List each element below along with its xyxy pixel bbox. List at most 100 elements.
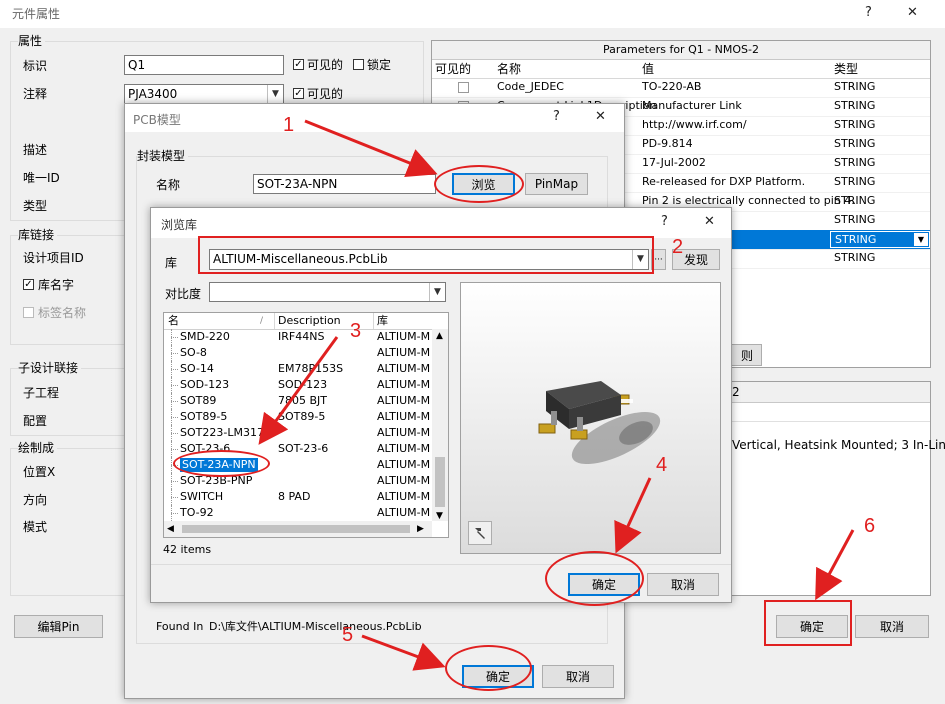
footprint-item-name: SWITCH (180, 490, 224, 503)
list-col-description[interactable]: Description (278, 314, 341, 328)
footprint-item-library: ALTIUM-Mis (377, 394, 431, 407)
col-name[interactable]: 名称 (497, 62, 521, 76)
designator-visible-checkbox[interactable]: ✓ (293, 59, 304, 70)
parameters-header: 可见的 名称 值 类型 (432, 60, 930, 79)
footprint-list-item[interactable]: TO-92 ALTIUM-Mis (164, 505, 432, 521)
designator-lock-checkbox[interactable] (353, 59, 364, 70)
footprint-list-item[interactable]: SWITCH 8 PAD ALTIUM-Mis (164, 489, 432, 505)
scroll-right-icon[interactable]: ▶ (417, 522, 424, 536)
browse-help-button[interactable]: ? (661, 214, 668, 229)
parameter-type: STRING (834, 137, 876, 150)
footprint-item-library: ALTIUM-Mis (377, 378, 431, 391)
annotation-browse-circle (434, 165, 524, 203)
library-name-checkbox[interactable]: ✓ (23, 279, 34, 290)
type-label: 类型 (23, 199, 48, 213)
footprint-list-item[interactable]: SO-14 EM78P153S ALTIUM-Mis (164, 361, 432, 377)
col-visible[interactable]: 可见的 (435, 62, 471, 76)
footprint-item-library: ALTIUM-Mis (377, 362, 431, 375)
found-in-path: D:\库文件\ALTIUM-Miscellaneous.PcbLib (209, 620, 422, 633)
sub-project-label: 子工程 (23, 386, 60, 400)
parameter-name: Code_JEDEC (497, 80, 564, 93)
hscroll-thumb[interactable] (182, 525, 410, 533)
parameter-type: STRING (834, 251, 876, 264)
footprint-name-input[interactable]: SOT-23A-NPN (253, 174, 436, 194)
position-x-label: 位置X (23, 465, 56, 479)
tag-name-checkbox[interactable] (23, 307, 34, 318)
footprint-item-library: ALTIUM-Mis (377, 490, 431, 503)
chevron-down-icon[interactable]: ▼ (429, 283, 445, 301)
comment-visible-checkbox[interactable]: ✓ (293, 88, 304, 99)
list-col-library[interactable]: 库 (377, 314, 388, 328)
3d-view-tool-button[interactable] (468, 521, 492, 545)
footprint-list-item[interactable]: SOT89-5 SOT89-5 ALTIUM-Mis (164, 409, 432, 425)
footprint-item-library: ALTIUM-Mis (377, 458, 431, 471)
footprint-list-item[interactable]: SOD-123 SOD-123 ALTIUM-Mis (164, 377, 432, 393)
found-in-label: Found In (156, 620, 204, 633)
configuration-label: 配置 (23, 414, 48, 428)
parameter-visible-checkbox[interactable] (458, 82, 469, 93)
col-type[interactable]: 类型 (834, 62, 858, 76)
parameter-type: STRING (834, 175, 876, 188)
tree-branch (171, 513, 178, 515)
annotation-library-box (198, 236, 654, 274)
footprint-item-description: EM78P153S (278, 362, 344, 375)
parameter-row[interactable]: Code_JEDEC TO-220-AB STRING (432, 78, 930, 98)
footprint-item-name: TO-92 (180, 506, 214, 519)
main-close-button[interactable]: ✕ (907, 5, 918, 20)
parameter-value: TO-220-AB (642, 80, 702, 93)
footprint-item-name: SO-8 (180, 346, 207, 359)
annotation-number-3: 3 (350, 320, 362, 342)
browse-close-button[interactable]: ✕ (704, 214, 715, 229)
footprint-section-title: 封装模型 (137, 149, 189, 163)
footprint-item-library: ALTIUM-Mis (377, 330, 431, 343)
footprint-item-description: SOT-23-6 (278, 442, 329, 455)
scroll-down-icon[interactable]: ▼ (436, 509, 443, 523)
chevron-down-icon[interactable]: ▼ (914, 233, 928, 246)
scroll-up-icon[interactable]: ▲ (436, 329, 443, 343)
browse-cancel-button[interactable]: 取消 (647, 573, 719, 596)
col-value[interactable]: 值 (642, 62, 654, 76)
designator-input[interactable]: Q1 (124, 55, 284, 75)
comment-combo[interactable]: PJA3400 ▼ (124, 84, 284, 104)
main-help-button[interactable]: ? (865, 5, 872, 20)
footprint-list-item[interactable]: SMD-220 IRF44NS ALTIUM-Mis (164, 329, 432, 345)
description-label: 描述 (23, 143, 48, 157)
pcb-help-button[interactable]: ? (553, 109, 560, 124)
footprint-item-description: IRF44NS (278, 330, 325, 343)
parameter-type-combo[interactable]: STRING ▼ (830, 231, 930, 248)
footprint-item-description: 7805 BJT (278, 394, 328, 407)
list-hscrollbar[interactable]: ◀ ▶ (164, 521, 432, 537)
pcb-close-button[interactable]: ✕ (595, 109, 606, 124)
parameter-type: STRING (834, 118, 876, 131)
list-col-name[interactable]: 名 (168, 314, 179, 328)
footprint-item-name: SOT89-5 (180, 410, 228, 423)
annotation-number-6: 6 (864, 515, 876, 537)
mask-label: 对比度 (165, 287, 202, 301)
list-vscrollbar[interactable]: ▲ ▼ (432, 329, 448, 521)
footprint-item-description: SOD-123 (278, 378, 328, 391)
parameter-value: PD-9.814 (642, 137, 693, 150)
mask-combo[interactable]: ▼ (209, 282, 446, 302)
annotation-main-ok-box (764, 600, 852, 646)
footprint-list-item[interactable]: SOT89 7805 BJT ALTIUM-Mis (164, 393, 432, 409)
scroll-left-icon[interactable]: ◀ (167, 522, 174, 536)
footprint-item-library: ALTIUM-Mis (377, 426, 431, 439)
annotation-browse-ok-circle (545, 551, 644, 606)
parameter-type: STRING (834, 213, 876, 226)
scroll-thumb[interactable] (435, 457, 445, 507)
unique-id-label: 唯一ID (23, 171, 60, 185)
designator-lock-label: 锁定 (367, 58, 392, 72)
tree-branch (171, 353, 178, 355)
chevron-down-icon[interactable]: ▼ (267, 85, 283, 103)
pcb-cancel-button[interactable]: 取消 (542, 665, 614, 688)
library-link-section-title: 库链接 (18, 228, 58, 242)
footprint-list-item[interactable]: SOT223-LM317 ALTIUM-Mis (164, 425, 432, 441)
list-header: 名 / Description 库 (164, 313, 448, 330)
footprint-item-library: ALTIUM-Mis (377, 410, 431, 423)
parameter-value: Manufacturer Link (642, 99, 742, 112)
footprint-list-item[interactable]: SO-8 ALTIUM-Mis (164, 345, 432, 361)
footprint-item-description: 8 PAD (278, 490, 311, 503)
pinmap-button[interactable]: PinMap (525, 173, 588, 195)
edit-pin-button[interactable]: 编辑Pin (14, 615, 103, 638)
main-cancel-button[interactable]: 取消 (855, 615, 929, 638)
